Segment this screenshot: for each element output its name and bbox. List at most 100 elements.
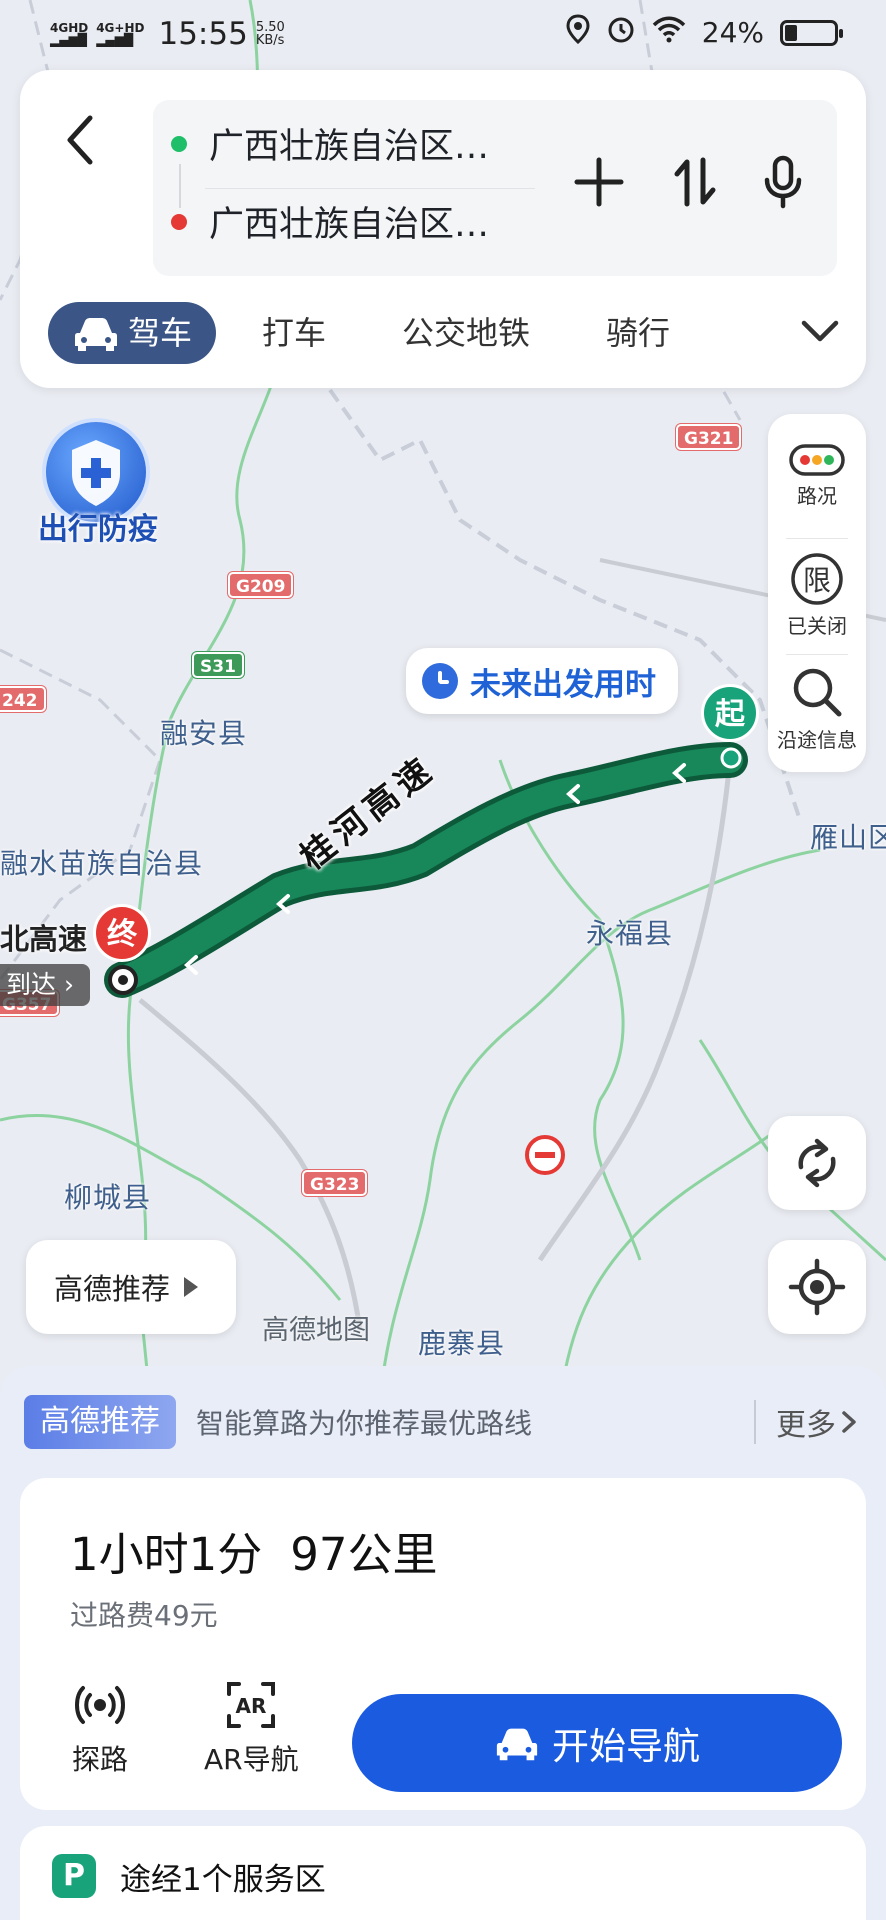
restriction-toggle[interactable]: 限 已关闭	[768, 552, 866, 639]
explore-label: 探路	[72, 1743, 129, 1776]
place-label: 融水苗族自治县	[0, 847, 204, 880]
chevron-down-icon	[801, 320, 839, 342]
service-area-label: 途经1个服务区	[120, 1861, 326, 1898]
more-routes-button[interactable]: 更多	[754, 1400, 862, 1444]
ar-icon: AR	[227, 1682, 276, 1728]
map-watermark: 高德地图	[262, 1315, 370, 1346]
tab-ride[interactable]: 骑行	[576, 302, 700, 364]
road-label: 北高速	[0, 922, 88, 956]
place-label: 融安县	[160, 717, 248, 750]
refresh-icon	[798, 1138, 836, 1188]
end-location-field[interactable]: 广西壮族自治区…	[171, 196, 489, 247]
restriction-icon: 限	[791, 553, 843, 605]
divider	[786, 538, 848, 539]
start-navigation-button[interactable]: 开始导航	[352, 1694, 842, 1792]
route-option-card[interactable]: 1小时1分 97公里 过路费49元 探路 AR AR导航 开始导航	[20, 1478, 866, 1810]
divider	[786, 654, 848, 655]
chevron-right-icon	[842, 1411, 856, 1433]
parking-icon: P	[52, 1854, 96, 1898]
svg-text:限: 限	[803, 564, 831, 597]
place-label: 鹿寨县	[418, 1327, 506, 1360]
explore-road-button[interactable]: 探路	[72, 1678, 128, 1778]
battery-icon	[780, 19, 843, 46]
start-location-text: 广西壮族自治区…	[209, 127, 490, 167]
add-waypoint-button[interactable]	[569, 152, 629, 212]
end-location-text: 广西壮族自治区…	[209, 205, 490, 245]
tab-drive[interactable]: 驾车	[48, 302, 217, 364]
refresh-route-button[interactable]	[768, 1116, 866, 1210]
network-indicator: 4GHD ▂▄▆█	[50, 21, 89, 47]
battery-percent: 24%	[701, 16, 764, 49]
car-icon	[496, 1728, 538, 1761]
end-dot-icon	[171, 213, 187, 230]
svg-text:AR: AR	[236, 1694, 267, 1718]
ar-label: AR导航	[204, 1743, 299, 1776]
end-pin: 终	[93, 904, 151, 962]
car-icon	[75, 318, 117, 351]
network-speed: 5.50 KB/s	[255, 20, 285, 48]
travel-mode-tabs: 驾车 打车 公交地铁 骑行	[48, 302, 842, 364]
tab-taxi[interactable]: 打车	[232, 302, 356, 364]
restriction-label: 已关闭	[787, 614, 847, 638]
arrive-time-chip[interactable]: 到达 ›	[0, 964, 90, 1006]
route-bottom-sheet: 高德推荐 智能算路为你推荐最优路线 更多 1小时1分 97公里 过路费49元 探路…	[0, 1366, 886, 1920]
route-distance: 97公里	[290, 1528, 438, 1581]
along-route-button[interactable]: 沿途信息	[768, 664, 866, 753]
arrive-label: 到达	[6, 970, 57, 999]
road-shield: G323	[302, 1170, 368, 1196]
more-modes-button[interactable]	[798, 311, 842, 355]
recommend-chip[interactable]: 高德推荐	[26, 1240, 236, 1334]
epidemic-label: 出行防疫	[38, 512, 158, 547]
locate-me-button[interactable]	[768, 1240, 866, 1334]
chevron-right-icon: ›	[63, 970, 74, 999]
traffic-toggle[interactable]: 路况	[768, 444, 866, 509]
status-bar: 4GHD ▂▄▆█ 4G+HD ▂▄▆█ 15:55 5.50 KB/s 24%	[0, 0, 886, 68]
more-label: 更多	[776, 1408, 836, 1443]
epidemic-travel-button[interactable]: 出行防疫	[28, 418, 158, 548]
recommend-bar: 高德推荐 智能算路为你推荐最优路线 更多	[24, 1394, 862, 1450]
back-button[interactable]	[50, 104, 110, 174]
swap-route-button[interactable]	[665, 152, 725, 212]
place-label: 柳城县	[64, 1181, 152, 1214]
service-area-card[interactable]: P 途经1个服务区	[20, 1826, 866, 1920]
start-pin: 起	[701, 684, 759, 742]
broadcast-icon	[75, 1686, 125, 1724]
location-icon	[566, 14, 590, 51]
locate-icon	[788, 1258, 846, 1316]
route-search-card: 广西壮族自治区… 广西壮族自治区… 驾车 打车 公交地铁 骑行	[20, 70, 866, 388]
plus-icon	[574, 157, 624, 207]
start-location-field[interactable]: 广西壮族自治区…	[171, 118, 489, 169]
wifi-icon	[652, 15, 686, 50]
depart-time-button[interactable]: 未来出发用时	[406, 648, 678, 714]
voice-input-button[interactable]	[753, 152, 813, 212]
start-dot-icon	[171, 135, 187, 152]
route-toll: 过路费49元	[70, 1599, 218, 1632]
route-inputs: 广西壮族自治区… 广西壮族自治区…	[153, 100, 837, 276]
road-shield: S31	[192, 652, 244, 678]
road-shield: G209	[228, 572, 294, 598]
recommend-tag: 高德推荐	[24, 1395, 176, 1449]
alarm-icon	[606, 14, 636, 51]
recommend-desc: 智能算路为你推荐最优路线	[196, 1407, 533, 1440]
ar-navigation-button[interactable]: AR AR导航	[204, 1678, 299, 1778]
road-shield: 242	[0, 686, 46, 712]
traffic-label: 路况	[797, 484, 837, 508]
microphone-icon	[764, 155, 802, 209]
search-icon	[793, 668, 842, 717]
tab-transit[interactable]: 公交地铁	[372, 302, 560, 364]
swap-icon	[674, 157, 716, 207]
start-navigation-label: 开始导航	[552, 1725, 700, 1768]
play-triangle-icon	[184, 1277, 199, 1297]
depart-time-label: 未来出发用时	[470, 666, 656, 703]
back-arrow-icon	[67, 115, 93, 165]
tab-drive-label: 驾车	[128, 314, 193, 352]
road-shield: G321	[676, 424, 742, 450]
clock-time: 15:55	[158, 16, 248, 52]
place-label: 雁山区	[810, 821, 886, 854]
route-duration: 1小时1分	[70, 1528, 263, 1581]
map-tools-panel: 路况 限 已关闭 沿途信息	[768, 414, 866, 772]
clock-icon	[422, 663, 458, 699]
network-indicator: 4G+HD ▂▄▆█	[96, 21, 145, 47]
input-divider	[205, 188, 535, 189]
recommend-chip-label: 高德推荐	[54, 1272, 171, 1306]
